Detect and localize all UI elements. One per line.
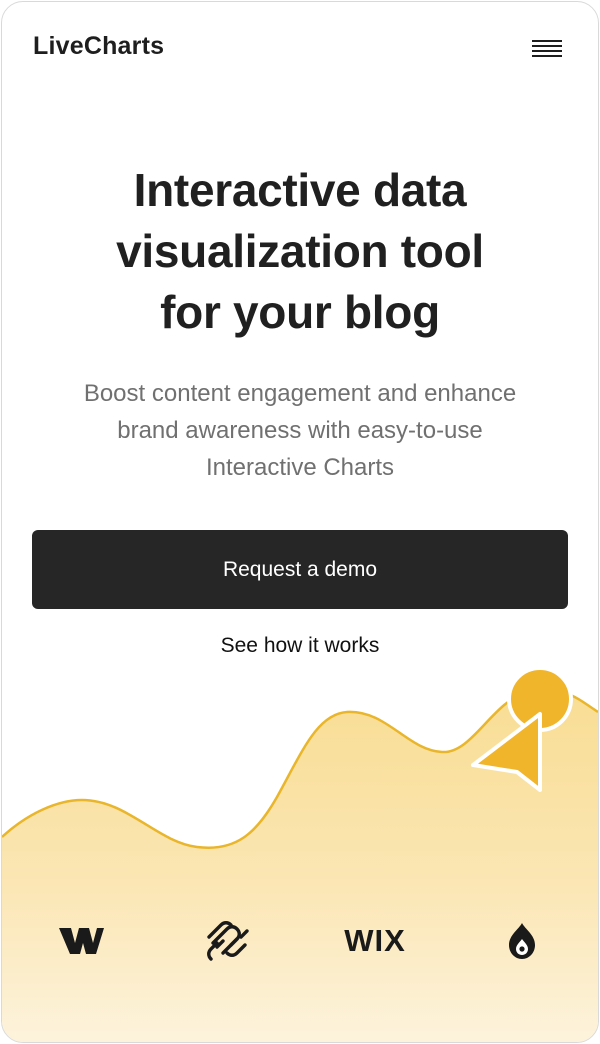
wix-logo: WIX [340,921,410,961]
area-line [2,688,598,849]
see-how-it-works-link[interactable]: See how it works [32,634,568,658]
drupal-logo [502,921,542,961]
page-frame: LiveCharts Interactive data visualizatio… [1,1,599,1043]
request-demo-button[interactable]: Request a demo [32,530,568,609]
top-bar: LiveCharts [2,2,598,98]
hero-title-line: visualization tool [116,225,484,277]
area-chart-illustration [2,666,598,1042]
wix-logo-icon: WIX [344,923,406,958]
squarespace-logo [202,921,252,961]
hero-title-line: for your blog [160,286,440,338]
hero-title-line: Interactive data [133,164,467,216]
webflow-logo [54,921,108,961]
hero-title: Interactive data visualization tool for … [42,160,558,343]
hero-subtitle-line: Boost content engagement and enhance [83,380,517,407]
squarespace-logo-icon [207,921,249,961]
menu-button[interactable] [529,35,565,65]
area-fill [2,689,598,1042]
brand-logo[interactable]: LiveCharts [33,32,164,61]
data-point-marker [507,666,573,732]
hero-subtitle-line: Interactive Charts [205,454,395,481]
hamburger-menu-icon [532,40,562,57]
webflow-logo-icon [59,928,104,954]
drupal-logo-icon [509,923,535,959]
integration-logos: WIX [2,907,598,977]
hero-subtitle-line: brand awareness with easy-to-use [117,417,483,444]
hero-subtitle: Boost content engagement and enhance bra… [42,375,558,486]
cursor-arrow-icon [471,712,542,792]
